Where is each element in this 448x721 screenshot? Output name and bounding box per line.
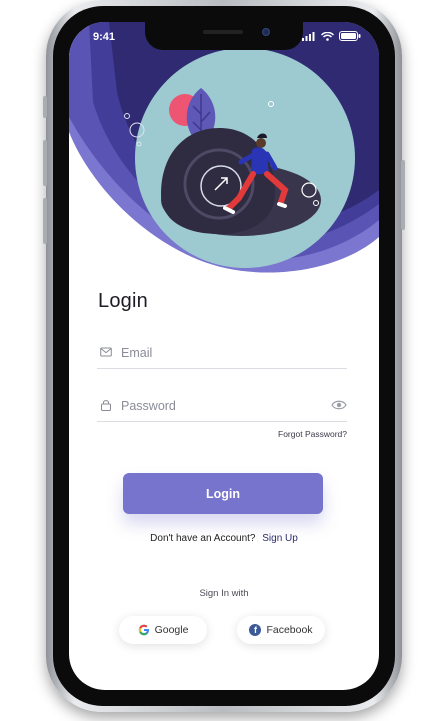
volume-down-button bbox=[43, 198, 47, 244]
phone-frame: 9:41 Login Email Forgot Password? Login … bbox=[43, 0, 405, 712]
battery-icon bbox=[339, 31, 361, 41]
sign-in-with-label: Sign In with bbox=[199, 588, 249, 599]
eye-icon[interactable] bbox=[331, 399, 347, 411]
email-input[interactable] bbox=[121, 342, 321, 364]
header-illustration bbox=[69, 22, 379, 282]
login-button[interactable]: Login bbox=[123, 473, 323, 514]
signal-icon bbox=[302, 31, 315, 41]
status-icons bbox=[302, 31, 361, 41]
page-title: Login bbox=[98, 290, 148, 312]
google-label: Google bbox=[154, 624, 189, 636]
email-field[interactable] bbox=[97, 340, 347, 369]
sign-up-link[interactable]: Sign Up bbox=[262, 533, 298, 544]
facebook-icon: f bbox=[249, 624, 262, 636]
facebook-button[interactable]: f Facebook bbox=[237, 616, 325, 644]
app-screen: 9:41 Login Email Forgot Password? Login … bbox=[69, 22, 379, 690]
mute-switch bbox=[43, 96, 47, 118]
speaker-grille bbox=[203, 30, 243, 34]
forgot-password-link[interactable]: Forgot Password? bbox=[278, 429, 347, 439]
notch bbox=[145, 22, 303, 50]
password-input[interactable] bbox=[121, 395, 321, 417]
password-field[interactable] bbox=[97, 393, 347, 422]
facebook-label: Facebook bbox=[266, 624, 313, 636]
no-account-text: Don't have an Account? bbox=[150, 533, 256, 544]
status-time: 9:41 bbox=[93, 31, 116, 43]
power-button bbox=[401, 160, 405, 230]
camera-icon bbox=[262, 28, 270, 36]
google-icon bbox=[138, 624, 149, 636]
phone-bezel: 9:41 Login Email Forgot Password? Login … bbox=[53, 6, 395, 706]
mail-icon bbox=[100, 347, 112, 357]
volume-up-button bbox=[43, 140, 47, 186]
signup-row: Don't have an Account? Sign Up bbox=[69, 533, 379, 544]
wifi-icon bbox=[321, 31, 334, 41]
lock-icon bbox=[101, 400, 111, 411]
google-button[interactable]: Google bbox=[119, 616, 207, 644]
